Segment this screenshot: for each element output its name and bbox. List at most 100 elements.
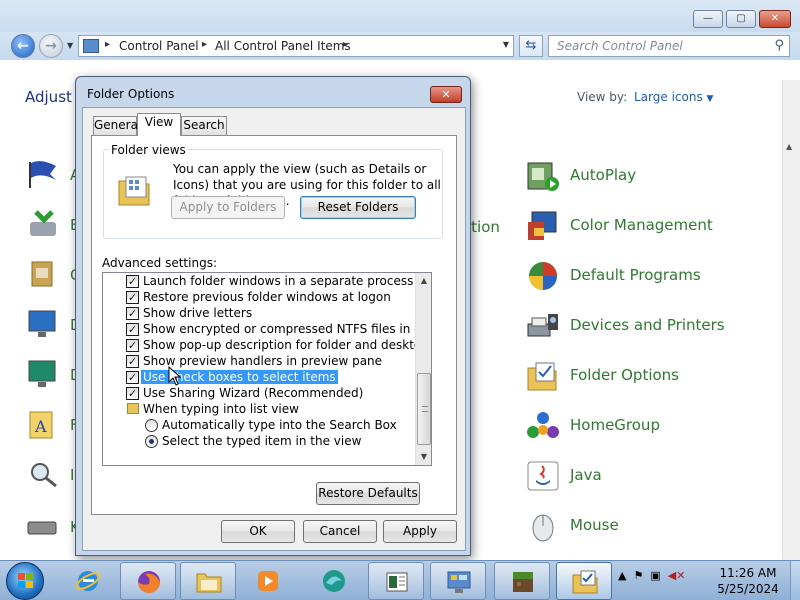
taskbar-folder-options[interactable] (556, 562, 612, 600)
homegroup-icon (527, 412, 559, 438)
cp-item-label: Color Management (570, 216, 713, 234)
setting-label: Show pop-up description for folder and d… (143, 338, 431, 352)
taskbar: ▲ ⚑ ▣ ◀✕ 11:26 AM 5/25/2024 (0, 560, 800, 600)
keyboard-icon (27, 521, 57, 535)
tab-view[interactable]: View (137, 113, 181, 136)
clock[interactable]: 11:26 AM 5/25/2024 (712, 565, 784, 597)
checkbox[interactable]: ✓ (126, 355, 139, 368)
dialog-title: Folder Options (87, 87, 175, 101)
setting-group-label: When typing into list view (143, 402, 299, 416)
volume-muted-icon[interactable]: ◀✕ (668, 569, 686, 582)
taskbar-control-panel[interactable] (430, 562, 486, 600)
taskbar-minecraft[interactable] (494, 562, 550, 600)
refresh-button[interactable]: ⇆ (519, 35, 543, 57)
scroll-up-arrow[interactable]: ▲ (416, 273, 431, 289)
taskbar-notepad[interactable] (368, 562, 424, 600)
setting-row[interactable]: Automatically type into the Search Box (103, 417, 415, 433)
advanced-settings-label: Advanced settings: (102, 256, 217, 270)
setting-row[interactable]: ✓ Restore previous folder windows at log… (103, 289, 415, 305)
credential-icon (31, 261, 53, 287)
cancel-button[interactable]: Cancel (303, 520, 377, 543)
scroll-up-arrow[interactable]: ▲ (786, 142, 792, 151)
scroll-grip (422, 406, 428, 412)
checkbox[interactable]: ✓ (126, 371, 139, 384)
setting-group-row: When typing into list view (103, 401, 415, 417)
start-button[interactable] (6, 562, 44, 600)
tab-general[interactable]: General (93, 116, 141, 135)
windows-logo-icon (18, 573, 33, 588)
taskbar-edge[interactable] (306, 562, 362, 600)
advanced-settings-list[interactable]: ✓ Launch folder windows in a separate pr… (102, 272, 432, 466)
setting-row[interactable]: ✓ Show pop-up description for folder and… (103, 337, 431, 353)
taskbar-firefox[interactable] (120, 562, 176, 600)
checkbox[interactable]: ✓ (126, 339, 139, 352)
apply-to-folders-button[interactable]: Apply to Folders (171, 196, 285, 219)
network-icon[interactable]: ▣ (650, 569, 660, 582)
item-letter[interactable]: I (70, 466, 74, 484)
forward-button[interactable]: → (39, 34, 63, 58)
minimize-button[interactable]: — (693, 10, 723, 28)
indexing-icon (31, 463, 57, 488)
checkbox[interactable]: ✓ (126, 387, 139, 400)
chevron-down-icon[interactable]: ▼ (503, 40, 509, 49)
display-icon (28, 310, 56, 337)
back-button[interactable]: ← (11, 34, 35, 58)
setting-row[interactable]: ✓ Use Sharing Wizard (Recommended) (103, 385, 415, 401)
internet-explorer-icon (75, 571, 101, 591)
setting-row[interactable]: ✓ Show drive letters (103, 305, 415, 321)
checkbox[interactable]: ✓ (126, 291, 139, 304)
chevron-right-icon: ▸ (105, 39, 111, 50)
taskbar-internet-explorer[interactable] (60, 562, 116, 600)
recent-pages-dropdown[interactable]: ▼ (67, 41, 73, 50)
search-input[interactable]: Search Control Panel ⚲ (548, 35, 790, 57)
scroll-down-arrow[interactable]: ▼ (416, 449, 431, 465)
setting-row[interactable]: ✓ Show preview handlers in preview pane (103, 353, 415, 369)
apply-button[interactable]: Apply (383, 520, 457, 543)
show-desktop-button[interactable] (790, 561, 800, 600)
cp-item-label: Default Programs (570, 266, 701, 284)
tab-search[interactable]: Search (181, 116, 227, 135)
setting-label: Restore previous folder windows at logon (143, 290, 391, 304)
cp-item-label: HomeGroup (570, 416, 660, 434)
taskbar-explorer[interactable] (180, 562, 236, 600)
setting-row-selected[interactable]: ✓ Use check boxes to select items (103, 369, 415, 385)
java-icon (527, 461, 559, 491)
content-scrollbar[interactable] (782, 80, 800, 560)
view-by-dropdown[interactable]: Large icons ▼ (634, 90, 713, 104)
search-placeholder: Search Control Panel (557, 39, 683, 53)
show-hidden-icons-icon[interactable]: ▲ (618, 569, 626, 582)
breadcrumb-all-items[interactable]: All Control Panel Items (215, 39, 351, 53)
folder-views-icon (118, 176, 150, 206)
breadcrumb-control-panel[interactable]: Control Panel (119, 39, 199, 53)
taskbar-media-player[interactable] (240, 562, 296, 600)
setting-row[interactable]: ✓ Launch folder windows in a separate pr… (103, 273, 415, 289)
cp-item-label: Folder Options (570, 366, 679, 384)
action-center-flag-icon[interactable]: ⚑ (633, 569, 643, 582)
checkbox[interactable]: ✓ (126, 307, 139, 320)
settings-scrollbar[interactable]: ▲ ▼ (415, 273, 431, 465)
dialog-close-button[interactable]: ✕ (430, 86, 462, 103)
scroll-thumb[interactable] (417, 373, 431, 445)
default-programs-icon (529, 262, 557, 290)
firefox-icon (138, 571, 160, 593)
radio-button[interactable] (145, 419, 158, 432)
setting-row[interactable]: ✓ Show encrypted or compressed NTFS file… (103, 321, 431, 337)
radio-button[interactable] (145, 435, 158, 448)
setting-label: Automatically type into the Search Box (162, 418, 397, 432)
restore-defaults-button[interactable]: Restore Defaults (316, 482, 420, 505)
setting-row[interactable]: Select the typed item in the view (103, 433, 415, 449)
reset-folders-button[interactable]: Reset Folders (300, 196, 416, 219)
dialog-body: General View Search Folder views You can… (82, 107, 466, 551)
chevron-down-icon: ▼ (706, 94, 714, 104)
checkbox[interactable]: ✓ (126, 275, 139, 288)
chevron-right-icon: ▸ (343, 39, 349, 50)
checkbox[interactable]: ✓ (126, 323, 139, 336)
cp-item-label: AutoPlay (570, 166, 637, 184)
close-button[interactable]: ✕ (759, 10, 791, 28)
clock-time: 11:26 AM (719, 566, 777, 580)
svg-text:A: A (34, 417, 47, 436)
ok-button[interactable]: OK (221, 520, 295, 543)
address-bar[interactable]: ▸ Control Panel ▸ All Control Panel Item… (78, 35, 514, 57)
search-icon[interactable]: ⚲ (774, 38, 784, 53)
maximize-button[interactable]: ▢ (726, 10, 756, 28)
